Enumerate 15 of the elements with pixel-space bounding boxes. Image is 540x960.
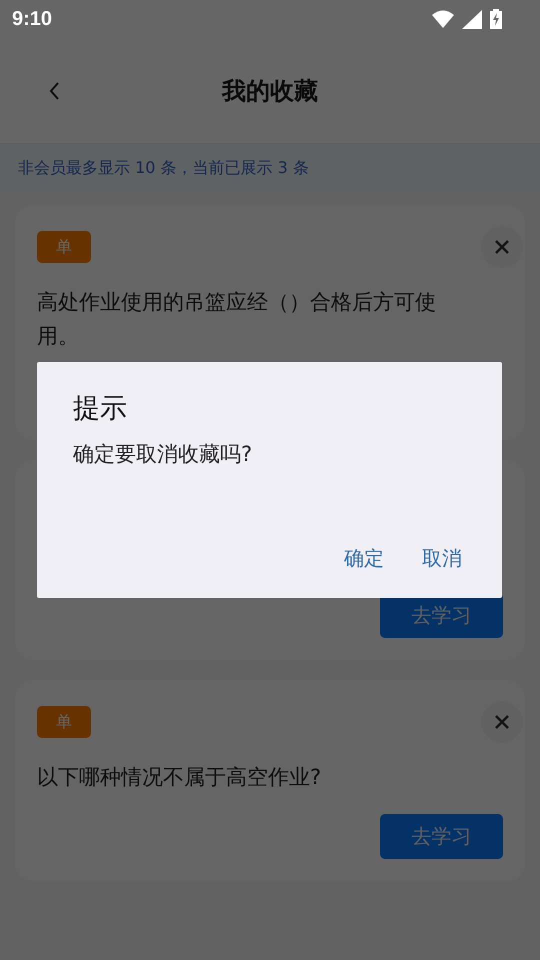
question-type-tag: 单 [37, 706, 91, 738]
question-type-tag: 单 [37, 231, 91, 263]
question-text: 以下哪种情况不属于高空作业? [37, 764, 322, 791]
dialog-button[interactable]: 确定 [332, 539, 396, 578]
wifi-icon [432, 10, 454, 28]
battery-icon [490, 9, 502, 29]
dialog-message: 确定要取消收藏吗? [73, 441, 254, 468]
dialog-button[interactable]: 取消 [410, 539, 474, 578]
notice-text: 非会员最多显示 10 条，当前已展示 3 条 [18, 158, 309, 178]
question-text: 高处作业使用的吊篮应经（）合格后方可使用。 [37, 289, 437, 350]
status-time: 9:10 [12, 8, 52, 30]
signal-icon [462, 10, 482, 28]
back-icon[interactable] [48, 81, 60, 101]
dialog-title: 提示 [73, 392, 128, 426]
page-title: 我的收藏 [222, 76, 318, 106]
